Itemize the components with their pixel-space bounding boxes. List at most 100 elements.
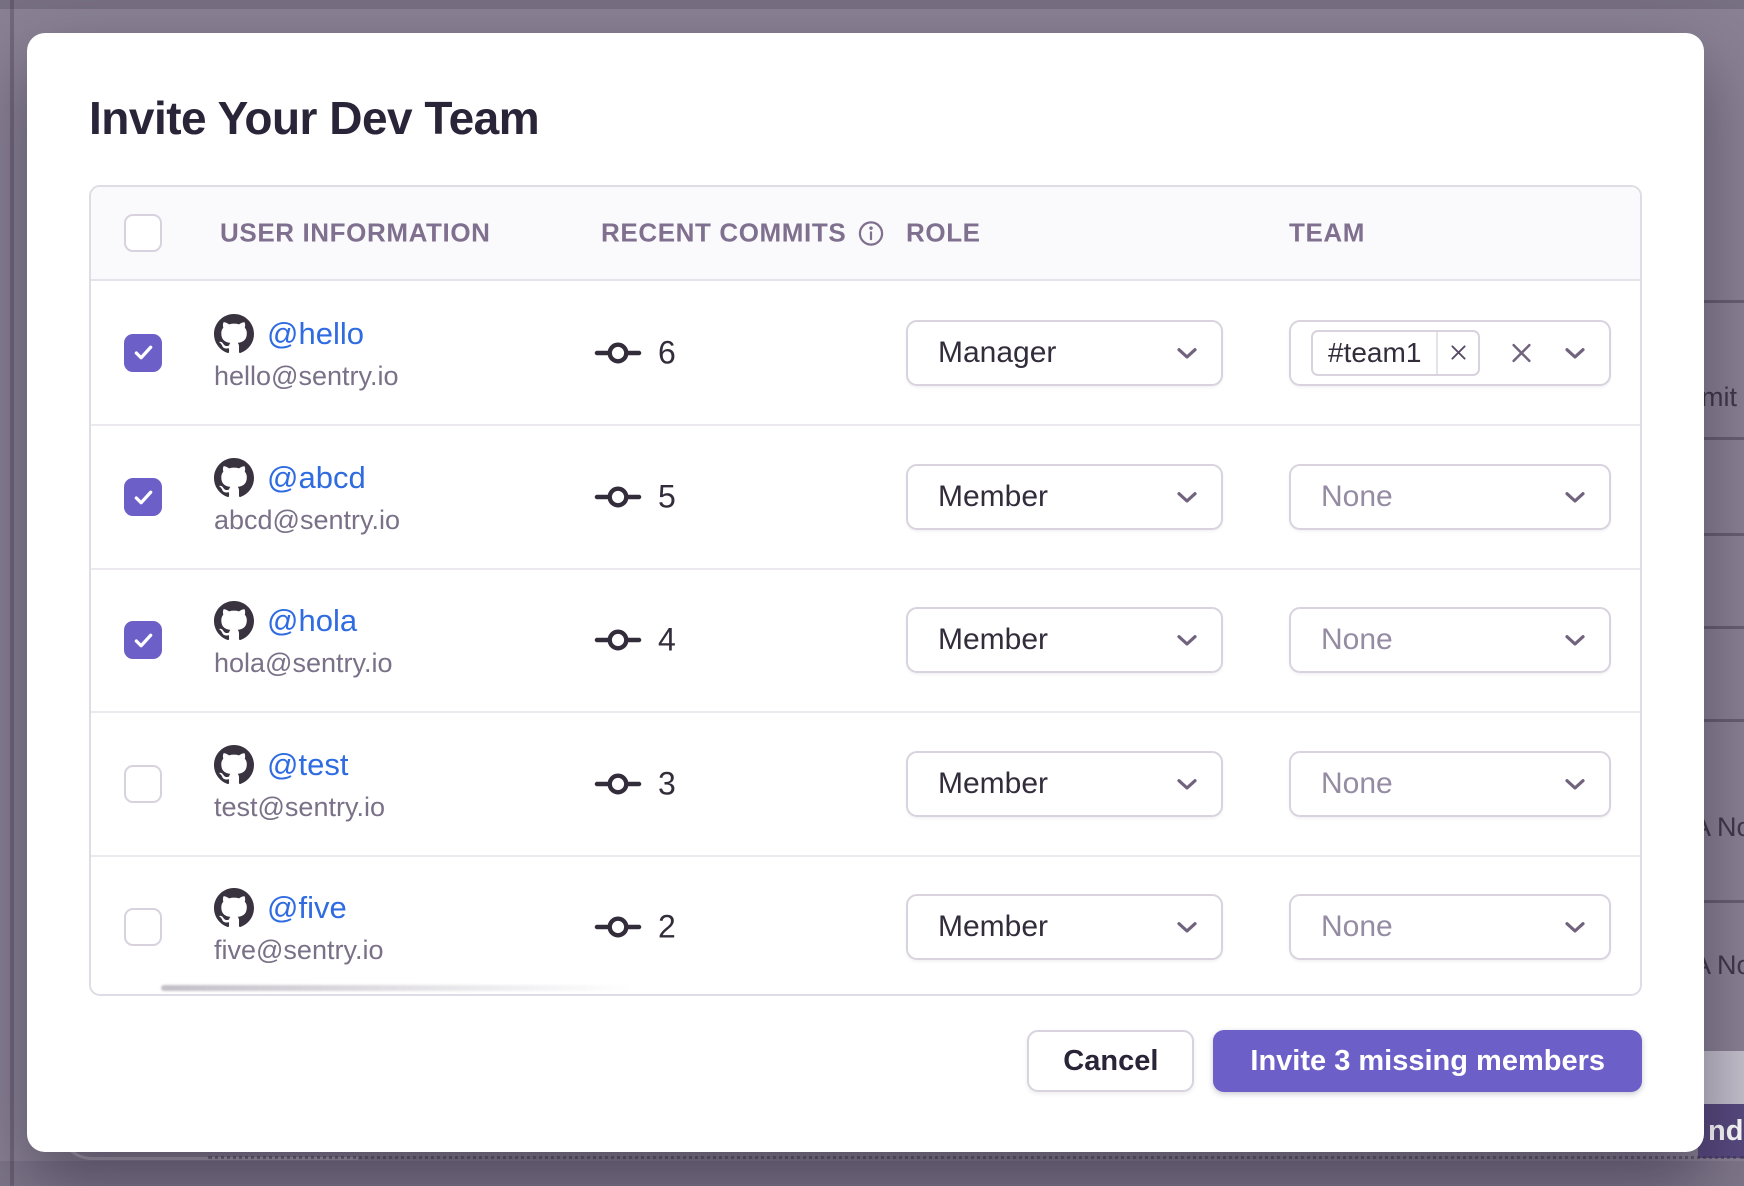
- background-partial-button: nd: [1698, 1104, 1744, 1158]
- table-row: @abcd abcd@sentry.io 5 Member None: [91, 424, 1640, 567]
- column-header-recent-commits: RECENT COMMITS: [601, 218, 885, 249]
- role-select[interactable]: Member: [906, 464, 1223, 530]
- role-select[interactable]: Manager: [906, 320, 1223, 386]
- team-select[interactable]: None: [1289, 464, 1611, 530]
- checkmark-icon: [132, 341, 155, 364]
- chevron-down-icon: [1559, 911, 1591, 943]
- row-checkbox[interactable]: [124, 478, 162, 516]
- background-dotted-line: [208, 1156, 1744, 1159]
- commit-count: 3: [658, 765, 676, 802]
- github-username-link[interactable]: @abcd: [267, 460, 366, 496]
- user-email: abcd@sentry.io: [214, 505, 400, 536]
- user-email: test@sentry.io: [214, 792, 385, 823]
- background-table-line: [1700, 437, 1744, 440]
- background-light-band: [1698, 1051, 1744, 1104]
- invite-dev-team-modal: Invite Your Dev Team USER INFORMATION RE…: [27, 33, 1704, 1152]
- user-cell: @abcd abcd@sentry.io: [214, 458, 400, 536]
- role-select-value: Member: [908, 767, 1048, 801]
- team-select-placeholder: None: [1291, 910, 1393, 944]
- background-top-strip: [0, 0, 1744, 9]
- row-checkbox[interactable]: [124, 765, 162, 803]
- team-select[interactable]: #team1: [1289, 320, 1611, 386]
- team-select[interactable]: None: [1289, 607, 1611, 673]
- chevron-down-icon: [1171, 911, 1203, 943]
- team-select-placeholder: None: [1291, 767, 1393, 801]
- github-username-link[interactable]: @five: [267, 890, 347, 926]
- team-select-placeholder: None: [1291, 480, 1393, 514]
- github-username-link[interactable]: @hola: [267, 603, 357, 639]
- user-email: hello@sentry.io: [214, 361, 399, 392]
- team-select[interactable]: None: [1289, 751, 1611, 817]
- table-row: @hola hola@sentry.io 4 Member None: [91, 568, 1640, 711]
- github-icon: [214, 458, 254, 498]
- column-header-recent-commits-label: RECENT COMMITS: [601, 218, 846, 249]
- modal-footer: Cancel Invite 3 missing members: [89, 1030, 1642, 1092]
- chevron-down-icon: [1171, 624, 1203, 656]
- row-checkbox[interactable]: [124, 908, 162, 946]
- table-row: @test test@sentry.io 3 Member None: [91, 711, 1640, 854]
- user-cell: @hello hello@sentry.io: [214, 314, 399, 392]
- clear-team-icon[interactable]: [1508, 339, 1535, 366]
- git-commit-icon: [594, 914, 642, 941]
- row-checkbox[interactable]: [124, 621, 162, 659]
- team-chip-label: #team1: [1313, 332, 1436, 374]
- github-icon: [214, 745, 254, 785]
- info-icon[interactable]: [857, 219, 885, 247]
- background-table-line: [1700, 533, 1744, 536]
- background-table-line: [1700, 900, 1744, 903]
- background-edge-line: [10, 0, 14, 1186]
- background-bottom-band: [0, 1161, 1744, 1186]
- role-select[interactable]: Member: [906, 894, 1223, 960]
- commits-cell: 6: [594, 334, 676, 371]
- git-commit-icon: [594, 770, 642, 797]
- role-select[interactable]: Member: [906, 751, 1223, 817]
- modal-title: Invite Your Dev Team: [89, 91, 1642, 145]
- table-row: @hello hello@sentry.io 6 Manager #team1: [91, 281, 1640, 424]
- chevron-down-icon: [1559, 624, 1591, 656]
- user-cell: @test test@sentry.io: [214, 745, 385, 823]
- table-row: @five five@sentry.io 2 Member None: [91, 855, 1640, 996]
- role-select-value: Manager: [908, 336, 1056, 370]
- commit-count: 4: [658, 622, 676, 659]
- column-header-role: ROLE: [906, 218, 981, 249]
- background-table-line: [1700, 626, 1744, 629]
- github-icon: [214, 888, 254, 928]
- commit-count: 2: [658, 909, 676, 946]
- commits-cell: 4: [594, 622, 676, 659]
- chevron-down-icon: [1559, 337, 1591, 369]
- github-username-link[interactable]: @test: [267, 747, 348, 783]
- role-select-value: Member: [908, 623, 1048, 657]
- scroll-shadow: [161, 985, 631, 991]
- commits-cell: 2: [594, 909, 676, 946]
- commit-count: 6: [658, 334, 676, 371]
- cancel-button[interactable]: Cancel: [1027, 1030, 1194, 1092]
- git-commit-icon: [594, 339, 642, 366]
- commits-cell: 3: [594, 765, 676, 802]
- team-select-placeholder: None: [1291, 623, 1393, 657]
- select-all-checkbox[interactable]: [124, 214, 162, 252]
- role-select[interactable]: Member: [906, 607, 1223, 673]
- background-table-line: [1700, 300, 1744, 303]
- remove-team-icon[interactable]: [1436, 332, 1478, 374]
- role-select-value: Member: [908, 910, 1048, 944]
- commits-cell: 5: [594, 479, 676, 516]
- team-chip: #team1: [1311, 330, 1480, 376]
- checkmark-icon: [132, 629, 155, 652]
- chevron-down-icon: [1559, 481, 1591, 513]
- table-header-row: USER INFORMATION RECENT COMMITS ROLE TEA…: [91, 187, 1640, 281]
- commit-count: 5: [658, 479, 676, 516]
- user-email: five@sentry.io: [214, 935, 383, 966]
- git-commit-icon: [594, 484, 642, 511]
- invite-missing-members-button[interactable]: Invite 3 missing members: [1213, 1030, 1642, 1092]
- team-select[interactable]: None: [1289, 894, 1611, 960]
- user-cell: @hola hola@sentry.io: [214, 601, 393, 679]
- row-checkbox[interactable]: [124, 334, 162, 372]
- github-username-link[interactable]: @hello: [267, 316, 364, 352]
- chevron-down-icon: [1171, 481, 1203, 513]
- column-header-user-information: USER INFORMATION: [220, 218, 491, 249]
- chevron-down-icon: [1171, 337, 1203, 369]
- user-cell: @five five@sentry.io: [214, 888, 383, 966]
- chevron-down-icon: [1171, 768, 1203, 800]
- column-header-team: TEAM: [1289, 218, 1365, 249]
- git-commit-icon: [594, 627, 642, 654]
